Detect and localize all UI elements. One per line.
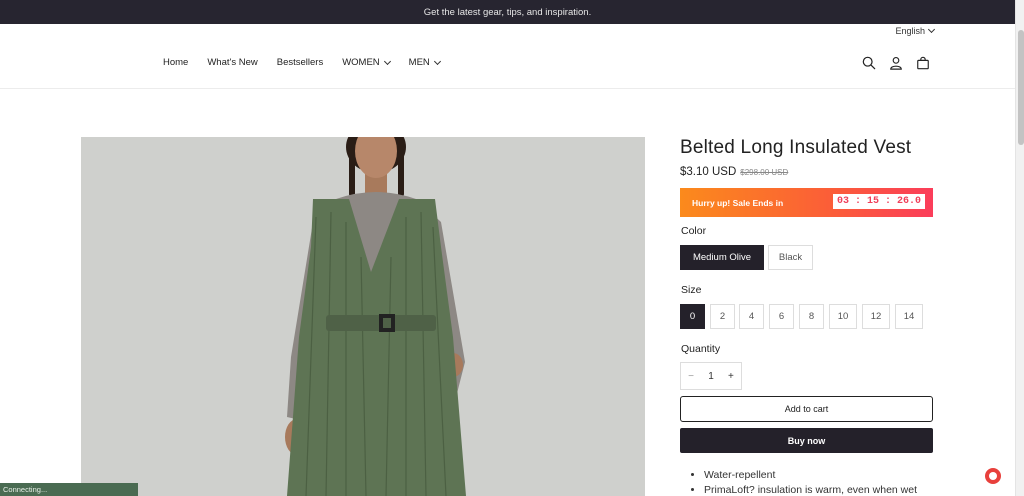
size-label: Size (681, 284, 702, 296)
nav-item-label: Home (163, 57, 189, 68)
announcement-bar: Get the latest gear, tips, and inspirati… (0, 0, 1015, 24)
nav-item-label: MEN (408, 57, 430, 68)
chevron-down-icon (383, 57, 391, 65)
feature-item: Water-repellent (704, 468, 917, 483)
model-wearing-vest-illustration (285, 137, 466, 496)
nav-item-label: WOMEN (342, 57, 380, 68)
size-option-0[interactable]: 0 (680, 304, 705, 329)
buy-now-button[interactable]: Buy now (680, 428, 933, 453)
color-label: Color (681, 225, 707, 237)
size-option-6[interactable]: 6 (769, 304, 794, 329)
scrollbar-thumb[interactable] (1018, 30, 1024, 145)
nav-item-label: Bestsellers (276, 57, 324, 68)
main-nav: Home What's New Bestsellers WOMEN MEN (163, 57, 441, 68)
sale-price: $3.10 USD (680, 166, 737, 178)
feature-list: Water-repellent PrimaLoft? insulation is… (692, 468, 917, 496)
scrollbar[interactable] (1015, 0, 1024, 496)
status-text: Connecting... (3, 485, 48, 494)
chevron-down-icon (927, 25, 936, 34)
browser-status-bar: Connecting... (0, 483, 138, 496)
nav-item-bestsellers[interactable]: Bestsellers (277, 57, 323, 68)
sale-message: Hurry up! Sale Ends in (692, 197, 784, 208)
quantity-stepper: − 1 + (680, 362, 742, 390)
account-icon[interactable] (889, 56, 903, 70)
size-option-10[interactable]: 10 (829, 304, 857, 329)
header-icons (862, 56, 930, 70)
countdown-timer: 03 : 15 : 26.0 (832, 194, 925, 209)
sale-countdown-banner: Hurry up! Sale Ends in 03 : 15 : 26.0 (680, 188, 933, 217)
size-option-12[interactable]: 12 (862, 304, 890, 329)
language-label: English (895, 26, 925, 36)
add-to-cart-button[interactable]: Add to cart (680, 396, 933, 422)
color-option-medium-olive[interactable]: Medium Olive (680, 245, 764, 270)
compare-price: $298.00 USD (740, 168, 789, 177)
size-option-4[interactable]: 4 (739, 304, 764, 329)
chat-widget-icon[interactable] (985, 468, 1001, 484)
header-divider (0, 88, 1015, 89)
nav-item-whats-new[interactable]: What's New (207, 57, 257, 68)
price-block: $3.10 USD $298.00 USD (680, 166, 788, 178)
size-option-2[interactable]: 2 (710, 304, 735, 329)
quantity-increase-button[interactable]: + (728, 371, 734, 382)
size-option-8[interactable]: 8 (799, 304, 824, 329)
product-image[interactable] (81, 137, 645, 496)
search-icon[interactable] (862, 56, 876, 70)
quantity-label: Quantity (681, 343, 721, 355)
size-option-14[interactable]: 14 (895, 304, 923, 329)
product-title: Belted Long Insulated Vest (680, 137, 912, 158)
nav-item-women[interactable]: WOMEN (342, 57, 391, 68)
announcement-text: Get the latest gear, tips, and inspirati… (423, 6, 592, 18)
color-option-black[interactable]: Black (768, 245, 813, 270)
nav-item-label: What's New (207, 57, 258, 68)
cart-icon[interactable] (916, 56, 930, 70)
language-selector[interactable]: English (895, 25, 936, 36)
feature-item: PrimaLoft? insulation is warm, even when… (704, 483, 917, 496)
nav-item-men[interactable]: MEN (408, 57, 441, 68)
nav-item-home[interactable]: Home (163, 57, 188, 68)
quantity-decrease-button[interactable]: − (688, 371, 694, 382)
chevron-down-icon (433, 57, 441, 65)
quantity-value[interactable]: 1 (708, 371, 714, 382)
